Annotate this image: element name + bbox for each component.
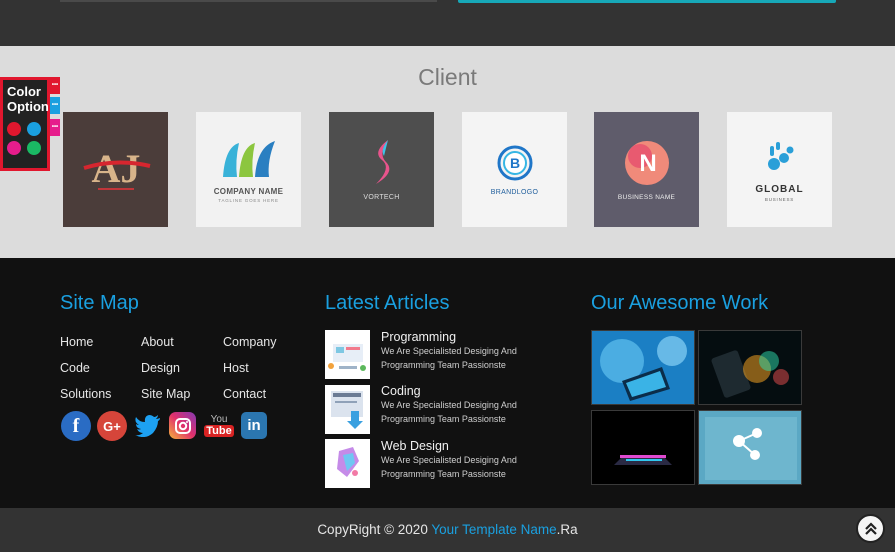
client-logo-brand[interactable]: B BRANDLOGO — [462, 112, 567, 227]
logo-company-name: COMPANY NAME — [213, 186, 284, 196]
article-desc-coding: We Are Specialisted Desiging And Program… — [381, 399, 541, 426]
article-desc-line2: Programming Team Passionste — [381, 468, 506, 479]
network-image — [699, 411, 801, 484]
laptop-splash-image — [592, 331, 694, 404]
web-design-illustration-icon — [337, 447, 359, 477]
logo-global-name: GLOBAL — [755, 183, 804, 195]
color-option-title-line1: Color — [7, 84, 41, 99]
vortech-logo-icon — [375, 140, 389, 184]
link-solutions[interactable]: Solutions — [60, 387, 111, 401]
article-desc-line1: We Are Specialisted Desiging And — [381, 346, 517, 356]
article-desc-line1: We Are Specialisted Desiging And — [381, 400, 517, 410]
subscribe-button[interactable] — [458, 0, 836, 3]
search-input[interactable] — [60, 0, 437, 2]
page: Client AJ COMPANY NAME TAGLINE GOES HERE — [0, 0, 895, 552]
article-title-coding[interactable]: Coding — [381, 384, 421, 398]
article-desc-line2: Programming Team Passionste — [381, 413, 506, 424]
color-tab-pink[interactable]: ••• — [50, 119, 60, 136]
swatch-red[interactable] — [7, 122, 21, 136]
wave-logo-icon — [222, 140, 275, 177]
client-logo-global[interactable]: GLOBAL BUSINESS — [727, 112, 832, 227]
youtube-icon[interactable]: You Tube — [204, 408, 234, 442]
bottom-bar: CopyRight © 2020 Your Template Name.Ra — [0, 508, 895, 552]
scroll-to-top-button[interactable] — [856, 514, 885, 543]
article-title-web-design[interactable]: Web Design — [381, 439, 449, 453]
work-image-neon-laptop[interactable] — [591, 410, 695, 485]
article-desc-programming: We Are Specialisted Desiging And Program… — [381, 345, 541, 372]
neon-laptop-image — [592, 411, 694, 484]
color-option-title-line2: Option — [7, 99, 49, 114]
client-logo-vortech[interactable]: VORTECH — [329, 112, 434, 227]
aj-logo-icon: AJ — [82, 146, 150, 191]
download-illustration-icon — [331, 391, 363, 429]
article-desc-line2: Programming Team Passionste — [381, 359, 506, 370]
color-tab-blue[interactable]: ••• — [50, 97, 60, 114]
logo-company-tag: TAGLINE GOES HERE — [218, 197, 279, 203]
copyright-suffix: .Ra — [556, 522, 578, 537]
work-image-network[interactable] — [698, 410, 802, 485]
copyright-brand-link[interactable]: Your Template Name — [431, 522, 556, 537]
article-thumb-programming[interactable] — [325, 330, 370, 379]
logo-global-tag: BUSINESS — [764, 196, 795, 202]
link-design[interactable]: Design — [141, 361, 180, 375]
article-thumb-web-design[interactable] — [325, 439, 370, 488]
logo-brand-name: BRANDLOGO — [490, 189, 539, 196]
work-image-tablet-fire[interactable] — [698, 330, 802, 405]
linkedin-icon[interactable]: in — [241, 412, 267, 439]
facebook-icon[interactable]: f — [61, 411, 91, 441]
svg-text:AJ: AJ — [91, 146, 140, 191]
link-home[interactable]: Home — [60, 335, 93, 349]
article-title-programming[interactable]: Programming — [381, 330, 456, 344]
copyright-prefix: CopyRight © 2020 — [317, 522, 432, 537]
google-plus-icon[interactable]: G+ — [97, 411, 127, 441]
tablet-fire-image — [699, 331, 801, 404]
copyright: CopyRight © 2020 Your Template Name.Ra — [0, 522, 895, 537]
link-code[interactable]: Code — [60, 361, 90, 375]
work-image-laptop-splash[interactable] — [591, 330, 695, 405]
link-host[interactable]: Host — [223, 361, 249, 375]
link-site-map[interactable]: Site Map — [141, 387, 190, 401]
twitter-icon[interactable] — [133, 411, 163, 441]
color-tab-red[interactable]: ••• — [50, 77, 60, 94]
n-logo-icon: N — [624, 141, 669, 185]
article-desc-line1: We Are Specialisted Desiging And — [381, 455, 517, 465]
client-section: Client AJ COMPANY NAME TAGLINE GOES HERE — [0, 46, 895, 258]
logo-business-name: BUSINESS NAME — [617, 194, 676, 201]
global-logo-icon — [767, 141, 793, 170]
client-logo-aj[interactable]: AJ — [63, 112, 168, 227]
article-desc-web-design: We Are Specialisted Desiging And Program… — [381, 454, 541, 481]
swatch-blue[interactable] — [27, 122, 41, 136]
double-chevron-up-icon — [864, 521, 877, 535]
logo-vortech-name: VORTECH — [363, 194, 400, 201]
swatch-pink[interactable] — [7, 141, 21, 155]
top-strip — [0, 0, 895, 46]
article-thumb-coding[interactable] — [325, 385, 370, 434]
articles-title: Latest Articles — [325, 292, 450, 314]
work-title: Our Awesome Work — [591, 292, 769, 314]
link-contact[interactable]: Contact — [223, 387, 266, 401]
sitemap-title: Site Map — [60, 292, 139, 314]
color-option-panel: Color Option — [0, 77, 50, 171]
svg-text:B: B — [509, 155, 519, 171]
client-title: Client — [418, 64, 477, 90]
instagram-icon[interactable] — [169, 412, 196, 439]
b-logo-icon: B — [497, 145, 532, 181]
link-company[interactable]: Company — [223, 335, 277, 349]
swatch-green[interactable] — [27, 141, 41, 155]
client-logo-company[interactable]: COMPANY NAME TAGLINE GOES HERE — [196, 112, 301, 227]
link-about[interactable]: About — [141, 335, 174, 349]
programming-illustration-icon — [328, 344, 366, 371]
client-logo-business[interactable]: N BUSINESS NAME — [594, 112, 699, 227]
svg-text:N: N — [639, 150, 656, 177]
color-option-title: Color Option — [7, 84, 49, 114]
